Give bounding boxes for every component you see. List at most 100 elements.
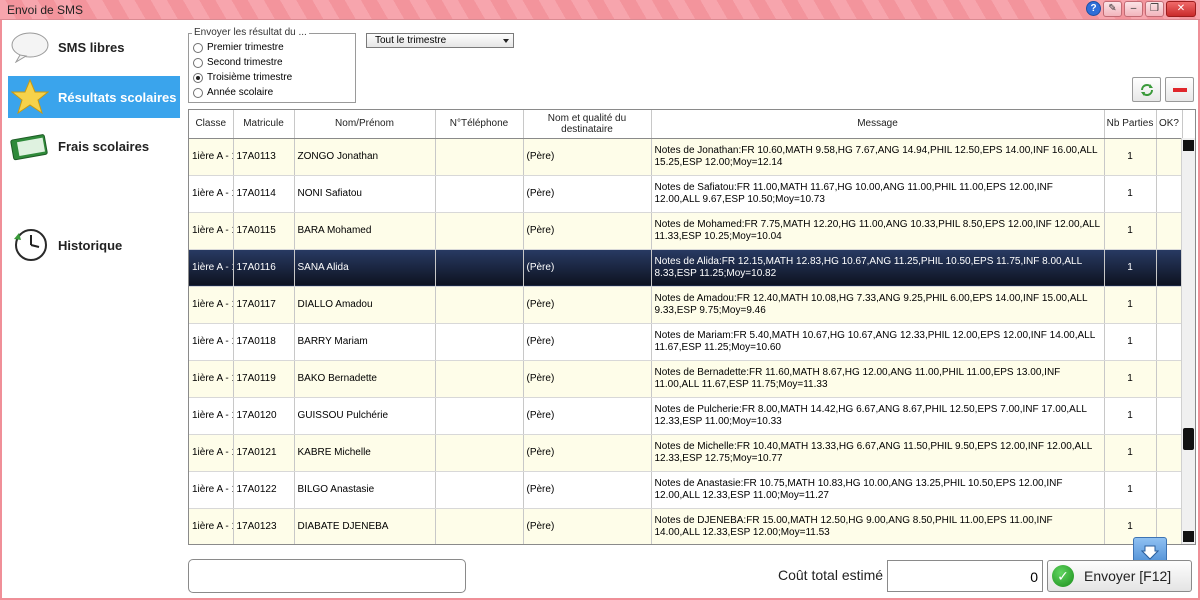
column-header-telephone[interactable]: N°Téléphone xyxy=(435,110,524,139)
radio-dot-selected[interactable] xyxy=(193,72,203,83)
cell-telephone[interactable] xyxy=(435,175,524,213)
cell-ok[interactable] xyxy=(1156,286,1183,324)
cell-matricule[interactable]: 17A0117 xyxy=(233,286,295,324)
radio-dot[interactable] xyxy=(193,57,203,68)
cell-destinataire[interactable]: (Père) xyxy=(523,286,652,324)
cell-nom[interactable]: BAKO Bernadette xyxy=(294,360,436,398)
cell-telephone[interactable] xyxy=(435,138,524,176)
cell-nom[interactable]: BILGO Anastasie xyxy=(294,471,436,509)
cell-message[interactable]: Notes de Pulcherie:FR 8.00,MATH 14.42,HG… xyxy=(651,397,1105,435)
cell-ok[interactable] xyxy=(1156,397,1183,435)
table-row[interactable]: 1ière A - 1 17A0113 ZONGO Jonathan (Père) No… xyxy=(189,138,1183,176)
cell-destinataire[interactable]: (Père) xyxy=(523,508,652,544)
edit-icon[interactable]: ✎ xyxy=(1103,1,1122,17)
cell-classe[interactable]: 1ière A - 1 xyxy=(189,249,234,287)
cell-nb-parties[interactable]: 1 xyxy=(1104,175,1157,213)
cell-matricule[interactable]: 17A0113 xyxy=(233,138,295,176)
cell-nb-parties[interactable]: 1 xyxy=(1104,360,1157,398)
cell-ok[interactable] xyxy=(1156,249,1183,287)
column-header-matricule[interactable]: Matricule xyxy=(233,110,295,139)
cell-destinataire[interactable]: (Père) xyxy=(523,397,652,435)
cell-nb-parties[interactable]: 1 xyxy=(1104,434,1157,472)
cell-telephone[interactable] xyxy=(435,212,524,250)
sidebar-item-historique[interactable]: Historique xyxy=(8,224,180,266)
restore-icon[interactable]: ❐ xyxy=(1145,1,1164,17)
cell-classe[interactable]: 1ière A - 1 xyxy=(189,434,234,472)
vertical-scrollbar[interactable] xyxy=(1181,138,1195,544)
refresh-button[interactable] xyxy=(1132,77,1161,102)
cell-nb-parties[interactable]: 1 xyxy=(1104,397,1157,435)
table-row[interactable]: 1ière A - 1 17A0118 BARRY Mariam (Père) Note… xyxy=(189,323,1183,361)
column-header-classe[interactable]: Classe xyxy=(189,110,234,139)
results-table[interactable]: Classe Matricule Nom/Prénom N°Téléphone … xyxy=(188,109,1196,545)
send-button[interactable]: ✓ Envoyer [F12] xyxy=(1047,560,1192,592)
radio-second-trimestre[interactable]: Second trimestre xyxy=(193,57,283,68)
cell-telephone[interactable] xyxy=(435,323,524,361)
cell-classe[interactable]: 1ière A - 1 xyxy=(189,360,234,398)
cell-nb-parties[interactable]: 1 xyxy=(1104,212,1157,250)
table-row[interactable]: 1ière A - 1 17A0122 BILGO Anastasie (Père) N… xyxy=(189,471,1183,509)
radio-troisieme-trimestre[interactable]: Troisième trimestre xyxy=(193,72,292,83)
cell-matricule[interactable]: 17A0114 xyxy=(233,175,295,213)
table-row[interactable]: 1ière A - 1 17A0120 GUISSOU Pulchérie (Père… xyxy=(189,397,1183,435)
scroll-up-arrow[interactable] xyxy=(1183,140,1194,151)
scroll-thumb[interactable] xyxy=(1183,428,1194,450)
cell-classe[interactable]: 1ière A - 1 xyxy=(189,138,234,176)
radio-dot[interactable] xyxy=(193,42,203,53)
cell-telephone[interactable] xyxy=(435,471,524,509)
cell-matricule[interactable]: 17A0119 xyxy=(233,360,295,398)
cell-matricule[interactable]: 17A0122 xyxy=(233,471,295,509)
cell-nom[interactable]: BARA Mohamed xyxy=(294,212,436,250)
table-row[interactable]: 1ière A - 1 17A0115 BARA Mohamed (Père) Note… xyxy=(189,212,1183,250)
cell-message[interactable]: Notes de Anastasie:FR 10.75,MATH 10.83,H… xyxy=(651,471,1105,509)
remove-button[interactable] xyxy=(1165,77,1194,102)
cell-ok[interactable] xyxy=(1156,212,1183,250)
cell-classe[interactable]: 1ière A - 1 xyxy=(189,471,234,509)
cell-classe[interactable]: 1ière A - 1 xyxy=(189,175,234,213)
cell-classe[interactable]: 1ière A - 1 xyxy=(189,323,234,361)
column-header-destinataire[interactable]: Nom et qualité du destinataire xyxy=(523,110,652,139)
column-header-nb-parties[interactable]: Nb Parties xyxy=(1104,110,1157,139)
scroll-down-arrow[interactable] xyxy=(1183,531,1194,542)
cell-classe[interactable]: 1ière A - 1 xyxy=(189,508,234,544)
cell-destinataire[interactable]: (Père) xyxy=(523,360,652,398)
cell-nb-parties[interactable]: 1 xyxy=(1104,286,1157,324)
cell-ok[interactable] xyxy=(1156,434,1183,472)
cell-message[interactable]: Notes de Michelle:FR 10.40,MATH 13.33,HG… xyxy=(651,434,1105,472)
cell-message[interactable]: Notes de Amadou:FR 12.40,MATH 10.08,HG 7… xyxy=(651,286,1105,324)
table-row[interactable]: 1ière A - 1 17A0123 DIABATE DJENEBA (Père) N… xyxy=(189,508,1183,544)
cell-matricule[interactable]: 17A0116 xyxy=(233,249,295,287)
cell-destinataire[interactable]: (Père) xyxy=(523,175,652,213)
cell-classe[interactable]: 1ière A - 1 xyxy=(189,397,234,435)
sidebar-item-frais-scolaires[interactable]: Frais scolaires xyxy=(8,125,180,167)
cell-classe[interactable]: 1ière A - 1 xyxy=(189,286,234,324)
cell-message[interactable]: Notes de DJENEBA:FR 15.00,MATH 12.50,HG … xyxy=(651,508,1105,544)
cell-message[interactable]: Notes de Alida:FR 12.15,MATH 12.83,HG 10… xyxy=(651,249,1105,287)
cell-nb-parties[interactable]: 1 xyxy=(1104,249,1157,287)
column-header-nom[interactable]: Nom/Prénom xyxy=(294,110,436,139)
cell-matricule[interactable]: 17A0123 xyxy=(233,508,295,544)
cell-message[interactable]: Notes de Safiatou:FR 11.00,MATH 11.67,HG… xyxy=(651,175,1105,213)
cell-nom[interactable]: NONI Safiatou xyxy=(294,175,436,213)
table-row[interactable]: 1ière A - 1 17A0119 BAKO Bernadette (Père) N… xyxy=(189,360,1183,398)
cell-nom[interactable]: ZONGO Jonathan xyxy=(294,138,436,176)
cell-nb-parties[interactable]: 1 xyxy=(1104,323,1157,361)
cell-matricule[interactable]: 17A0120 xyxy=(233,397,295,435)
cell-matricule[interactable]: 17A0118 xyxy=(233,323,295,361)
cell-telephone[interactable] xyxy=(435,286,524,324)
cell-ok[interactable] xyxy=(1156,360,1183,398)
radio-premier-trimestre[interactable]: Premier trimestre xyxy=(193,42,284,53)
cell-message[interactable]: Notes de Mariam:FR 5.40,MATH 10.67,HG 10… xyxy=(651,323,1105,361)
column-header-message[interactable]: Message xyxy=(651,110,1105,139)
help-icon[interactable]: ? xyxy=(1086,1,1101,16)
cell-matricule[interactable]: 17A0115 xyxy=(233,212,295,250)
close-icon[interactable]: ✕ xyxy=(1166,1,1196,17)
cell-destinataire[interactable]: (Père) xyxy=(523,249,652,287)
period-range-select[interactable]: Tout le trimestre xyxy=(366,33,514,48)
cell-ok[interactable] xyxy=(1156,323,1183,361)
cell-message[interactable]: Notes de Jonathan:FR 10.60,MATH 9.58,HG … xyxy=(651,138,1105,176)
table-row[interactable]: 1ière A - 1 17A0121 KABRE Michelle (Père) No… xyxy=(189,434,1183,472)
cell-ok[interactable] xyxy=(1156,138,1183,176)
cell-destinataire[interactable]: (Père) xyxy=(523,138,652,176)
cell-nb-parties[interactable]: 1 xyxy=(1104,471,1157,509)
